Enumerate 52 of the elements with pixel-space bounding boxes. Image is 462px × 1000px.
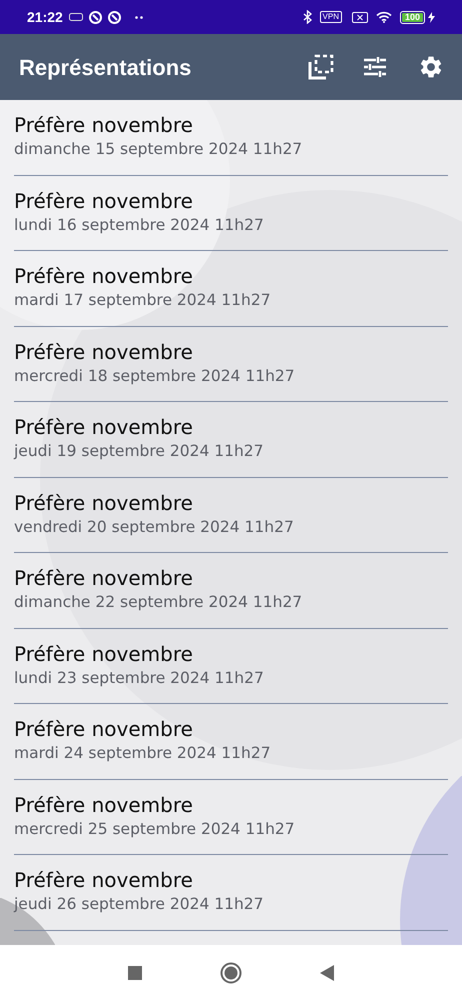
list-item[interactable]: Préfère novembre mardi 17 septembre 2024 11h27 (14, 251, 448, 326)
settings-icon (418, 54, 444, 80)
app-title: Représentations (19, 54, 192, 82)
select-icon (308, 54, 334, 80)
wifi-icon (376, 11, 392, 23)
item-title: Préfère novembre (14, 188, 194, 214)
more-icon (134, 16, 143, 18)
list-item[interactable]: Préfère novembre dimanche 15 septembre 2024 11h27 (14, 100, 448, 176)
item-title: Préfère novembre (14, 490, 194, 516)
charging-icon (428, 12, 435, 22)
item-date: dimanche 15 septembre 2024 11h27 (14, 139, 304, 160)
item-title: Préfère novembre (14, 640, 194, 666)
hd-icon (68, 13, 83, 21)
back-icon[interactable] (320, 964, 334, 980)
battery-indicator: 100 (400, 10, 425, 24)
item-title: Préfère novembre (14, 414, 194, 440)
list-item[interactable]: Préfère novembre jeudi 26 septembre 2024 11h27 (14, 855, 448, 930)
item-title: Préfère novembre (14, 716, 194, 742)
notification-icon (88, 10, 102, 24)
item-date: vendredi 20 septembre 2024 11h27 (14, 516, 295, 538)
list-item[interactable]: Préfère novembre lundi 23 septembre 2024 11h27 (14, 628, 448, 704)
item-date: lundi 16 septembre 2024 11h27 (14, 214, 265, 236)
notification-icon (108, 10, 121, 24)
item-date: lundi 23 septembre 2024 11h27 (14, 668, 265, 688)
item-date: mardi 24 septembre 2024 11h27 (14, 743, 272, 764)
list-item[interactable]: Préfère novembre mercredi 18 septembre 2024 11h27 (14, 326, 448, 402)
item-date: mercredi 18 septembre 2024 11h27 (14, 366, 296, 386)
item-date: mardi 17 septembre 2024 11h27 (14, 290, 272, 311)
item-date: mercredi 25 septembre 2024 11h27 (14, 818, 296, 840)
item-title: Préfère novembre (14, 112, 194, 138)
item-title: Préfère novembre (14, 338, 194, 364)
bluetooth-icon (302, 10, 312, 24)
list-item[interactable]: Préfère novembre lundi 16 septembre 2024 11h27 (14, 176, 448, 251)
clock: 21:22 (27, 8, 63, 26)
item-date: dimanche 22 septembre 2024 11h27 (14, 592, 304, 613)
list-item[interactable]: Préfère novembre jeudi 19 septembre 2024 11h27 (14, 402, 448, 478)
home-icon[interactable] (220, 962, 242, 984)
list-item[interactable]: Préfère novembre vendredi 20 septembre 2024 11h27 (14, 478, 448, 553)
recents-icon[interactable] (128, 966, 142, 980)
vpn-badge: VPN (320, 11, 342, 23)
selection-button[interactable] (306, 52, 336, 82)
item-title: Préfère novembre (14, 867, 194, 893)
list-item[interactable]: Préfère novembre dimanche 22 septembre 2024 11h27 (14, 553, 448, 628)
sliders-icon (364, 57, 386, 77)
item-date: jeudi 19 septembre 2024 11h27 (14, 441, 265, 462)
item-title: Préfère novembre (14, 792, 194, 818)
list-item[interactable]: Préfère novembre mardi 24 septembre 2024 11h27 (14, 704, 448, 780)
no-sim-icon (352, 12, 368, 22)
list-item[interactable]: Préfère novembre mercredi 25 septembre 2024 11h27 (14, 780, 448, 855)
item-title: Préfère novembre (14, 565, 194, 591)
item-date: jeudi 26 septembre 2024 11h27 (14, 894, 265, 915)
item-title: Préfère novembre (14, 263, 194, 289)
